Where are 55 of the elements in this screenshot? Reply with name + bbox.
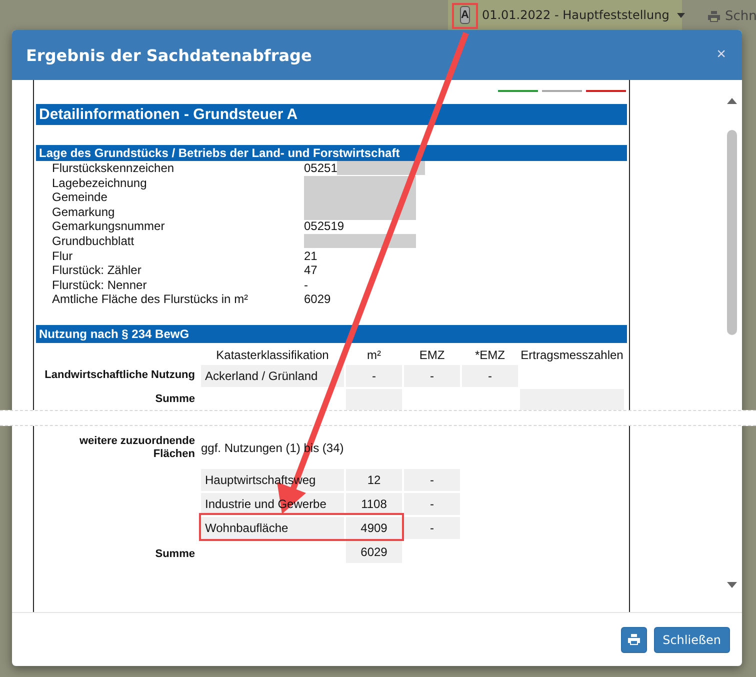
field-label: Flur — [52, 248, 74, 264]
field-label: Gemeinde — [52, 190, 108, 205]
table-cell: 12 — [346, 468, 402, 491]
row-label: Summe — [154, 546, 196, 560]
field-value: 47 — [304, 263, 318, 278]
field-label: Amtliche Fläche des Flurstücks in m² — [52, 292, 250, 307]
print-button[interactable] — [620, 626, 647, 652]
field-value: - — [304, 278, 308, 292]
field-label: Flurstückskennzeichen — [52, 161, 176, 176]
table-cell: - — [462, 364, 518, 387]
field-label: Lagebezeichnung — [52, 176, 148, 190]
table-cell: - — [404, 492, 460, 515]
row-label: Summe — [154, 392, 196, 405]
field-label: Flurstück: Nenner — [52, 278, 148, 292]
close-button[interactable]: × — [714, 46, 728, 64]
field-label: Gemarkungsnummer — [52, 219, 166, 234]
printer-icon — [628, 634, 640, 645]
section-heading: Nutzung nach § 234 BewG — [36, 324, 627, 343]
column-header: EMZ — [418, 346, 446, 363]
section-heading: Lage des Grundstücks / Betriebs der Land- und Forstwirtschaft — [36, 145, 627, 161]
table-cell — [346, 388, 402, 411]
table-cell: 6029 — [346, 540, 402, 563]
printer-icon — [708, 11, 720, 22]
row-label: weitere zuzuordnende Flächen — [78, 434, 196, 461]
column-header: Katasterklassifikation — [215, 346, 330, 363]
column-header: *EMZ — [474, 346, 506, 363]
table-cell: Ackerland / Grünland — [201, 364, 344, 387]
scroll-up-icon[interactable] — [727, 98, 737, 104]
row-label: Landwirtschaftliche Nutzung — [44, 368, 196, 381]
field-label: Grundbuchblatt — [52, 234, 136, 249]
field-value: 052519 — [304, 219, 344, 234]
field-value: 6029 — [304, 292, 331, 307]
table-cell: - — [404, 468, 460, 491]
period-badge[interactable]: A — [460, 6, 470, 24]
highlight-frame — [452, 3, 478, 29]
dialog-title: Ergebnis der Sachdatenabfrage — [26, 46, 312, 64]
print-link[interactable]: Schn — [708, 9, 756, 24]
column-header: m² — [366, 346, 382, 363]
table-cell: Wohnbaufläche — [201, 516, 344, 539]
table-cell: 1108 — [346, 492, 402, 515]
period-dropdown[interactable]: 01.01.2022 - Hauptfeststellung — [480, 8, 688, 22]
scroll-down-icon[interactable] — [727, 582, 737, 588]
field-value: 21 — [304, 248, 318, 264]
table-cell: 4909 — [346, 516, 402, 539]
table-cell: - — [404, 364, 460, 387]
close-button[interactable]: Schließen — [654, 626, 730, 652]
column-header: Ertragsmesszahlen — [520, 346, 624, 363]
field-value: 05251 — [304, 161, 338, 176]
document-title: Detailinformationen - Grundsteuer A — [36, 104, 627, 125]
scrollbar-thumb[interactable] — [727, 130, 737, 335]
field-label: Gemarkung — [52, 204, 116, 220]
field-label: Flurstück: Zähler — [52, 263, 142, 278]
table-cell: - — [346, 364, 402, 387]
table-cell: - — [404, 516, 460, 539]
caret-icon — [677, 12, 686, 18]
